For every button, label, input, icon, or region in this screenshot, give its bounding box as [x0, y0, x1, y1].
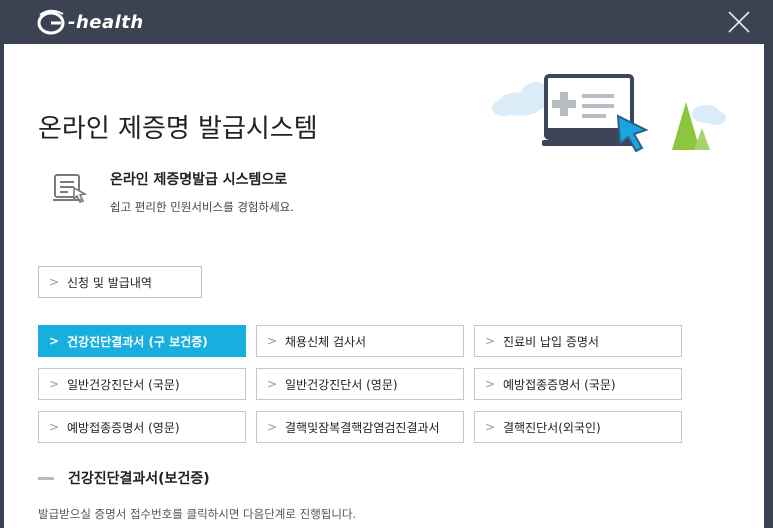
- chevron-right-icon: >: [48, 275, 60, 289]
- logo: -health: [36, 8, 144, 36]
- cert-vaccination-kr[interactable]: > 예방접종증명서 (국문): [474, 368, 682, 400]
- history-button-label: 신청 및 발급내역: [67, 275, 152, 290]
- hero-illustration-icon: [492, 74, 726, 153]
- close-icon: [728, 11, 750, 33]
- intro-subtext: 쉽고 편리한 민원서비스를 경험하세요.: [110, 200, 294, 214]
- cert-tuberculosis-screening[interactable]: > 결핵및잠복결핵감염검진결과서: [256, 411, 464, 443]
- close-button[interactable]: [727, 10, 751, 34]
- chevron-right-icon: >: [266, 334, 278, 348]
- chevron-right-icon: >: [484, 377, 496, 391]
- instruction-note: 발급받으실 증명서 접수번호를 클릭하시면 다음단계로 진행됩니다.: [38, 507, 357, 521]
- cert-label: 예방접종증명서 (국문): [503, 377, 616, 392]
- title-bar: -health: [0, 0, 773, 44]
- cert-label: 일반건강진단서 (영문): [285, 377, 398, 392]
- intro-heading: 온라인 제증명발급 시스템으로: [110, 172, 288, 188]
- page-title: 온라인 제증명 발급시스템: [38, 114, 318, 144]
- chevron-right-icon: >: [48, 334, 60, 348]
- cert-employment-physical[interactable]: > 채용신체 검사서: [256, 325, 464, 357]
- app-window: -health 온라인 제증명 발급시스템 온라인 제증명발급 시스템으로 쉽고…: [0, 0, 773, 528]
- chevron-right-icon: >: [484, 420, 496, 434]
- logo-text: -health: [68, 11, 144, 33]
- document-pointer-icon: [53, 174, 88, 203]
- chevron-right-icon: >: [266, 377, 278, 391]
- cert-general-health-en[interactable]: > 일반건강진단서 (영문): [256, 368, 464, 400]
- cert-label: 건강진단결과서 (구 보건증): [67, 334, 208, 349]
- main-content: 온라인 제증명 발급시스템 온라인 제증명발급 시스템으로 쉽고 편리한 민원서…: [4, 44, 764, 528]
- section-header: 건강진단결과서(보건증): [38, 468, 210, 488]
- chevron-right-icon: >: [484, 334, 496, 348]
- cert-label: 결핵및잠복결핵감염검진결과서: [285, 420, 440, 435]
- chevron-right-icon: >: [48, 420, 60, 434]
- cert-label: 일반건강진단서 (국문): [67, 377, 180, 392]
- section-bar: [38, 476, 54, 480]
- cert-tuberculosis-foreigner[interactable]: > 결핵진단서(외국인): [474, 411, 682, 443]
- cert-label: 채용신체 검사서: [285, 334, 367, 349]
- chevron-right-icon: >: [48, 377, 60, 391]
- history-button[interactable]: > 신청 및 발급내역: [38, 266, 202, 298]
- g-health-logo-icon: [37, 9, 65, 35]
- section-title: 건강진단결과서(보건증): [68, 471, 210, 487]
- cert-general-health-kr[interactable]: > 일반건강진단서 (국문): [38, 368, 246, 400]
- cert-label: 결핵진단서(외국인): [503, 420, 601, 435]
- cert-medical-payment[interactable]: > 진료비 납입 증명서: [474, 325, 682, 357]
- cert-health-check-result[interactable]: > 건강진단결과서 (구 보건증): [38, 325, 246, 357]
- cert-label: 진료비 납입 증명서: [503, 334, 599, 349]
- chevron-right-icon: >: [266, 420, 278, 434]
- cert-label: 예방접종증명서 (영문): [67, 420, 180, 435]
- cert-vaccination-en[interactable]: > 예방접종증명서 (영문): [38, 411, 246, 443]
